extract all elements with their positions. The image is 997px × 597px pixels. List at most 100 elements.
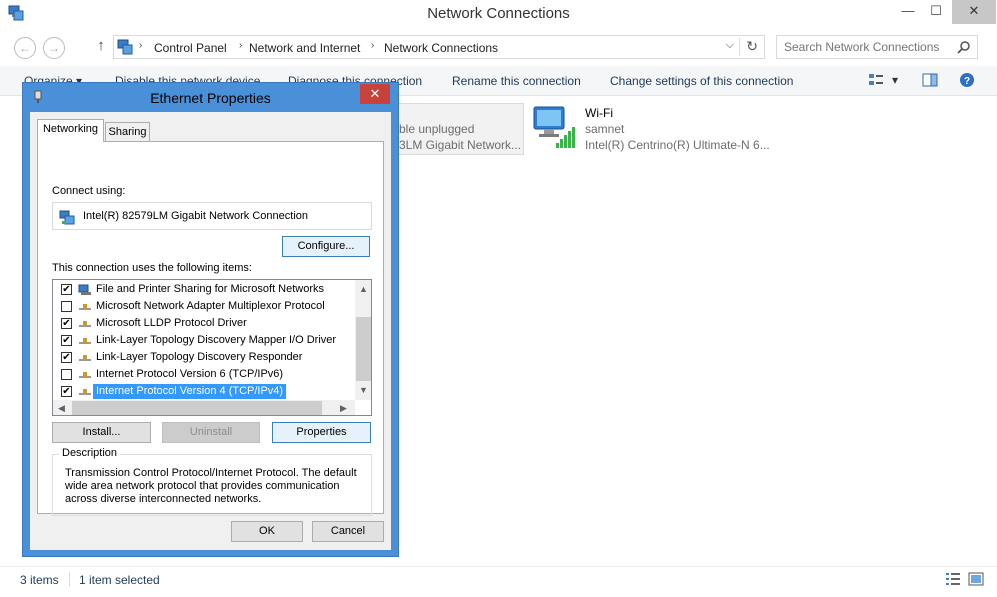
view-dropdown-icon[interactable]: ▾ (892, 73, 898, 87)
ok-button[interactable]: OK (231, 521, 303, 542)
list-item[interactable]: Microsoft Network Adapter Multiplexor Pr… (53, 298, 353, 315)
svg-text:?: ? (964, 76, 970, 87)
scroll-down-icon[interactable]: ▼ (359, 385, 368, 395)
item-checkbox[interactable]: ✔ (61, 386, 72, 397)
protocol-icon (79, 389, 91, 395)
wifi-icon[interactable] (530, 101, 580, 149)
selection-count: 1 item selected (79, 573, 160, 587)
up-button[interactable]: ↑ (93, 37, 109, 54)
item-checkbox[interactable]: ✔ (61, 318, 72, 329)
item-checkbox[interactable]: ✔ (61, 352, 72, 363)
breadcrumb-separator[interactable]: › (139, 40, 142, 51)
items-label: This connection uses the following items… (52, 262, 252, 274)
window-titlebar: Network Connections — ☐ ✕ (0, 0, 997, 30)
list-item-selected[interactable]: ✔ Internet Protocol Version 4 (TCP/IPv4) (53, 383, 353, 400)
breadcrumb-separator[interactable]: › (371, 40, 374, 51)
vertical-scroll-thumb[interactable] (356, 317, 371, 381)
network-connections-icon (117, 39, 133, 55)
scroll-right-icon[interactable]: ▶ (340, 403, 347, 414)
list-item[interactable]: ✔ File and Printer Sharing for Microsoft… (53, 281, 353, 298)
forward-button[interactable]: → (43, 37, 65, 59)
horizontal-scrollbar[interactable]: ◀ ▶ (53, 400, 355, 415)
configure-button[interactable]: Configure... (282, 236, 370, 257)
ethernet-connection-item[interactable]: ble unplugged 3LM Gigabit Network... (380, 103, 524, 155)
search-box[interactable] (776, 35, 978, 59)
list-item[interactable]: ✔ Link-Layer Topology Discovery Mapper I… (53, 332, 353, 349)
protocol-icon (79, 304, 91, 310)
breadcrumb-network-and-internet[interactable]: Network and Internet (249, 41, 360, 55)
connect-using-label: Connect using: (52, 185, 126, 197)
wifi-adapter: Intel(R) Centrino(R) Ultimate-N 6... (585, 138, 770, 152)
item-checkbox[interactable]: ✔ (61, 284, 72, 295)
list-item[interactable]: ✔ Microsoft LLDP Protocol Driver (53, 315, 353, 332)
description-title: Description (59, 447, 121, 459)
scroll-left-icon[interactable]: ◀ (58, 403, 65, 414)
description-text: Transmission Control Protocol/Internet P… (65, 467, 357, 505)
dialog-title: Ethernet Properties (150, 90, 271, 106)
address-dropdown-icon[interactable]: ⌵ (726, 39, 734, 52)
install-button[interactable]: Install... (52, 422, 151, 443)
refresh-icon[interactable]: ↻ (746, 38, 758, 55)
cancel-button[interactable]: Cancel (312, 521, 384, 542)
tab-networking[interactable]: Networking (37, 119, 104, 142)
item-count: 3 items (20, 573, 59, 587)
adapter-name: Intel(R) 82579LM Gigabit Network Connect… (83, 210, 309, 222)
list-item[interactable]: Internet Protocol Version 6 (TCP/IPv6) (53, 366, 353, 383)
networking-tab-panel: Connect using: Intel(R) 82579LM Gigabit … (37, 141, 384, 516)
view-options-icon[interactable] (868, 72, 884, 88)
ethernet-adapter: 3LM Gigabit Network... (399, 138, 521, 152)
address-divider (739, 38, 740, 56)
item-checkbox[interactable] (61, 369, 72, 380)
protocol-icon (79, 321, 91, 327)
item-label: File and Printer Sharing for Microsoft N… (96, 283, 325, 295)
list-item[interactable]: ✔ Link-Layer Topology Discovery Responde… (53, 349, 353, 366)
properties-button[interactable]: Properties (272, 422, 371, 443)
wifi-name[interactable]: Wi-Fi (585, 106, 613, 120)
close-button[interactable]: ✕ (952, 0, 996, 24)
ethernet-status: ble unplugged (399, 122, 475, 136)
protocol-icon (79, 338, 91, 344)
adapter-box: Intel(R) 82579LM Gigabit Network Connect… (52, 202, 372, 230)
protocol-icon (79, 355, 91, 361)
breadcrumb-network-connections[interactable]: Network Connections (384, 41, 498, 55)
ethernet-properties-dialog: Ethernet Properties ✕ Networking Sharing… (22, 82, 399, 557)
item-label: Internet Protocol Version 6 (TCP/IPv6) (96, 368, 284, 380)
search-icon[interactable] (957, 40, 971, 54)
components-list[interactable]: ✔ File and Printer Sharing for Microsoft… (52, 279, 372, 416)
item-label: Microsoft Network Adapter Multiplexor Pr… (96, 300, 325, 312)
back-button[interactable]: ← (14, 37, 36, 59)
breadcrumb-control-panel[interactable]: Control Panel (154, 41, 227, 55)
network-adapter-icon (59, 210, 75, 225)
item-label: Microsoft LLDP Protocol Driver (96, 317, 247, 329)
vertical-scrollbar[interactable]: ▲ ▼ (355, 280, 371, 400)
minimize-button[interactable]: — (896, 0, 920, 24)
item-checkbox[interactable]: ✔ (61, 335, 72, 346)
uninstall-button: Uninstall (162, 422, 260, 443)
dialog-close-button[interactable]: ✕ (360, 84, 390, 104)
scroll-up-icon[interactable]: ▲ (359, 284, 368, 294)
help-icon[interactable]: ? (959, 72, 975, 88)
details-view-icon[interactable] (945, 571, 961, 587)
description-group: Description Transmission Control Protoco… (52, 447, 372, 516)
address-bar[interactable]: › Control Panel › Network and Internet ›… (113, 35, 765, 59)
search-input[interactable] (784, 39, 954, 55)
change-settings-command[interactable]: Change settings of this connection (610, 74, 793, 88)
dialog-body: Networking Sharing Connect using: Intel(… (30, 112, 391, 550)
item-label: Link-Layer Topology Discovery Responder (96, 351, 303, 363)
breadcrumb-separator[interactable]: › (239, 40, 242, 51)
protocol-icon (79, 372, 91, 378)
status-divider (69, 572, 70, 587)
preview-pane-icon[interactable] (922, 72, 938, 88)
window-title: Network Connections (427, 5, 570, 22)
maximize-button[interactable]: ☐ (924, 0, 948, 24)
item-label: Link-Layer Topology Discovery Mapper I/O… (96, 334, 337, 346)
file-sharing-icon (78, 284, 91, 295)
tab-sharing[interactable]: Sharing (105, 122, 150, 142)
horizontal-scroll-thumb[interactable] (72, 401, 322, 415)
wifi-network: samnet (585, 122, 625, 136)
status-bar: 3 items 1 item selected (0, 566, 997, 597)
large-icons-view-icon[interactable] (968, 571, 984, 587)
dialog-titlebar[interactable]: Ethernet Properties ✕ (23, 83, 398, 111)
rename-command[interactable]: Rename this connection (452, 74, 581, 88)
item-checkbox[interactable] (61, 301, 72, 312)
